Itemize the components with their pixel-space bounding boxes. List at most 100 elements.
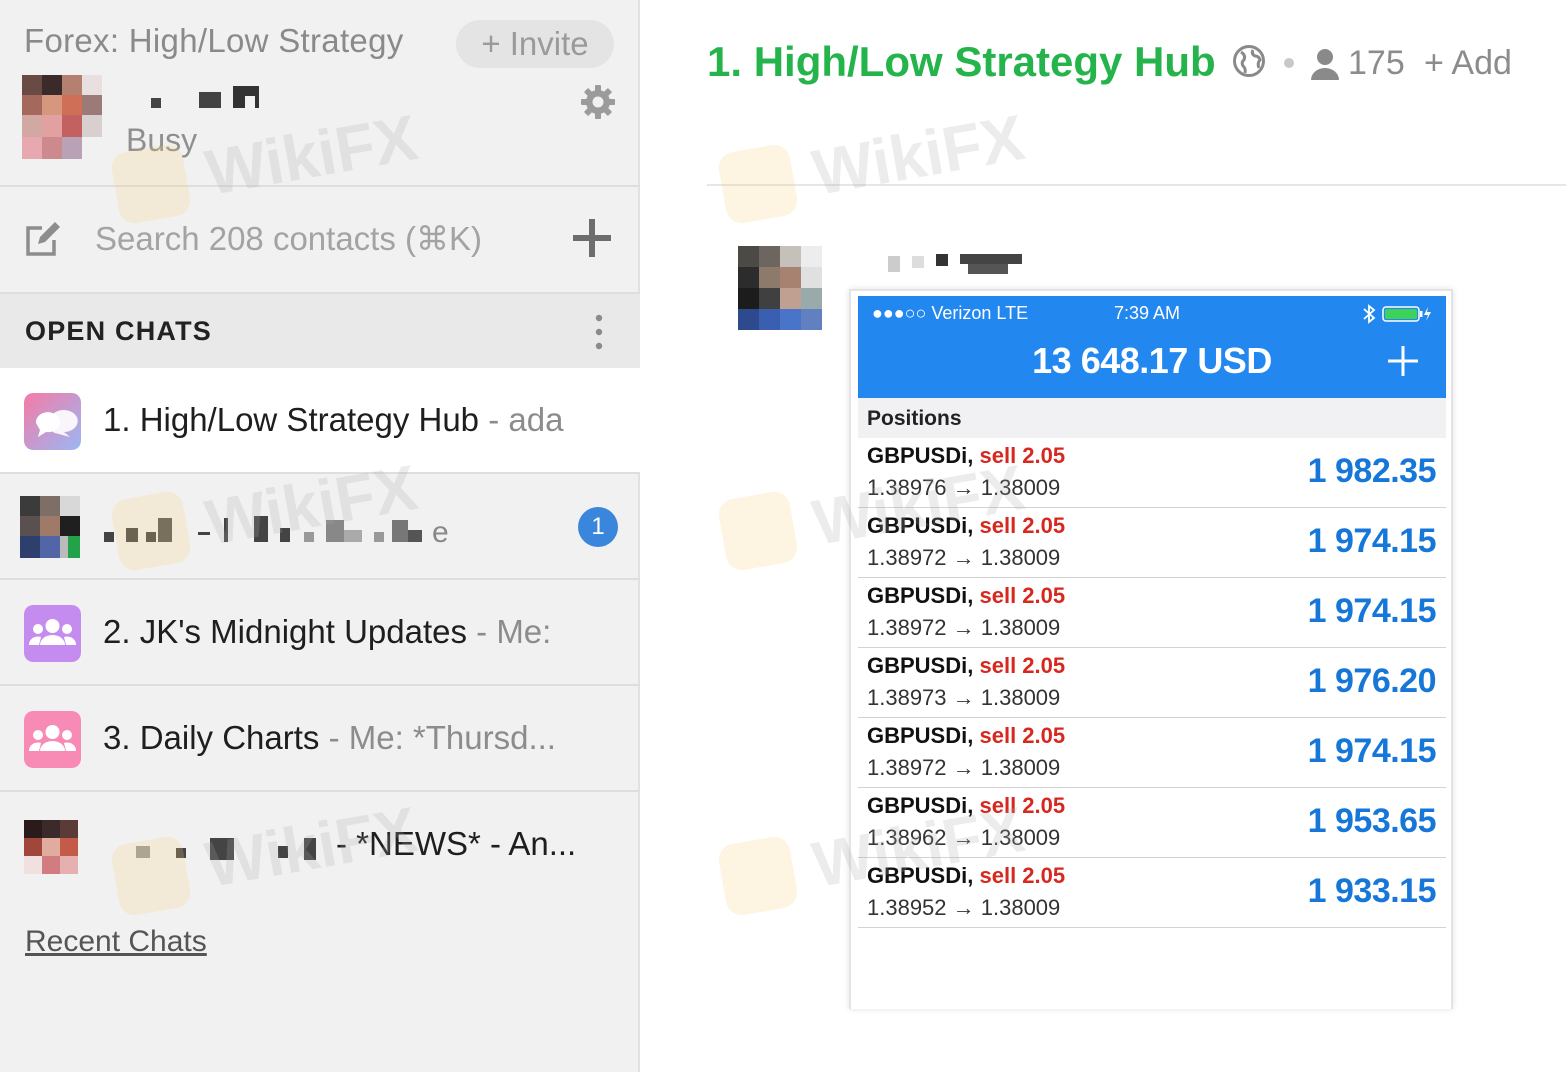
trade-side: sell 2.05 [979,723,1066,748]
add-contact-icon[interactable] [570,216,614,260]
positions-label: Positions [867,407,962,430]
separator-dot [1284,58,1294,68]
trade-side: sell 2.05 [979,583,1066,608]
price-range: 1.38962 → 1.38009 [867,825,1061,850]
chat-item-jks-midnight-updates[interactable]: 2. JK's Midnight Updates - Me: [0,580,640,686]
position-symbol: GBPUSDi, sell 2.05 [867,583,1065,609]
chat-name: 2. JK's Midnight Updates [103,613,467,650]
watermark-logo [716,489,800,573]
chat-preview: - Me: *Thursd... [328,719,556,756]
symbol-label: GBPUSDi, [867,583,974,608]
bluetooth-icon [1363,304,1376,324]
price-range: 1.38976 → 1.38009 [867,475,1061,500]
position-row: GBPUSDi, sell 2.05 1.38972 → 1.38009 1 974… [858,508,1446,578]
sidebar: Forex: High/Low Strategy + Invite Busy S… [0,0,640,1072]
chat-name: 1. High/Low Strategy Hub [103,401,480,438]
carrier-label: ●●●○○ Verizon LTE [872,303,1029,323]
chat-item-label: 3. Daily Charts - Me: *Thursd... [103,719,556,757]
symbol-label: GBPUSDi, [867,443,974,468]
member-count[interactable]: 175 [1348,44,1405,83]
divider [0,185,640,187]
phone-header: ●●●○○ Verizon LTE 7:39 AM 13 648.17 USD [858,296,1446,398]
open-chats-header: OPEN CHATS [0,292,640,368]
position-profit: 1 976.20 [1307,662,1437,700]
position-row: GBPUSDi, sell 2.05 1.38976 → 1.38009 1 982… [858,438,1446,508]
plus-icon [1388,346,1418,376]
trade-side: sell 2.05 [979,863,1066,888]
position-row: GBPUSDi, sell 2.05 1.38973 → 1.38009 1 976… [858,648,1446,718]
clock-label: 7:39 AM [1114,303,1181,323]
chat-name-redacted [136,838,316,860]
symbol-label: GBPUSDi, [867,863,974,888]
globe-icon[interactable] [1232,44,1266,78]
chat-item-daily-charts[interactable]: 3. Daily Charts - Me: *Thursd... [0,686,640,792]
trade-side: sell 2.05 [979,793,1066,818]
user-name-redacted [151,86,259,108]
chat-name-redacted: e [104,516,449,546]
watermark: WikiFX [807,101,1030,209]
gear-icon[interactable] [578,82,618,122]
position-row: GBPUSDi, sell 2.05 1.38972 → 1.38009 1 974… [858,718,1446,788]
divider [707,184,1566,186]
trade-side: sell 2.05 [979,513,1066,538]
position-profit: 1 974.15 [1307,592,1437,630]
chat-name: 3. Daily Charts [103,719,320,756]
attached-screenshot[interactable]: ●●●○○ Verizon LTE 7:39 AM 13 648.17 USD … [849,289,1453,1009]
position-symbol: GBPUSDi, sell 2.05 [867,513,1065,539]
symbol-label: GBPUSDi, [867,723,974,748]
group-icon [24,711,81,768]
invite-button[interactable]: + Invite [456,20,614,68]
account-balance: 13 648.17 USD [1032,340,1272,381]
position-row: GBPUSDi, sell 2.05 1.38952 → 1.38009 1 933… [858,858,1446,928]
price-range: 1.38972 → 1.38009 [867,615,1061,640]
position-profit: 1 982.35 [1307,452,1437,490]
symbol-label: GBPUSDi, [867,653,974,678]
position-symbol: GBPUSDi, sell 2.05 [867,723,1065,749]
watermark-logo [716,834,800,918]
price-range: 1.38972 → 1.38009 [867,545,1061,570]
compose-icon[interactable] [24,220,62,258]
chat-item-label: 1. High/Low Strategy Hub - ada [103,401,563,439]
search-contacts-input[interactable] [95,216,555,262]
more-options-icon[interactable] [592,312,606,352]
chat-preview: - Me: [476,613,552,650]
recent-chats-link[interactable]: Recent Chats [25,925,207,959]
chat-preview: - ada [488,401,564,438]
open-chats-label: OPEN CHATS [25,316,213,346]
member-icon [1311,49,1339,80]
chat-bubbles-icon [24,393,81,450]
battery-icon [1382,306,1431,322]
group-icon [24,605,81,662]
sender-name-redacted [888,254,1022,274]
position-symbol: GBPUSDi, sell 2.05 [867,653,1065,679]
avatar [24,820,78,874]
price-range: 1.38973 → 1.38009 [867,685,1061,710]
position-profit: 1 974.15 [1307,522,1437,560]
avatar [20,496,80,558]
channel-title[interactable]: 1. High/Low Strategy Hub [707,38,1216,86]
user-avatar[interactable] [22,75,102,159]
positions-header: Positions [858,398,1446,438]
chat-item-news[interactable]: - *NEWS* - An... [0,792,640,898]
user-status[interactable]: Busy [126,122,197,159]
symbol-label: GBPUSDi, [867,513,974,538]
chat-preview: - *NEWS* - An... [336,825,577,862]
position-profit: 1 953.65 [1307,802,1437,840]
chat-item-direct-message[interactable]: e 1 [0,474,640,580]
position-row: GBPUSDi, sell 2.05 1.38972 → 1.38009 1 974… [858,578,1446,648]
position-symbol: GBPUSDi, sell 2.05 [867,863,1065,889]
team-name[interactable]: Forex: High/Low Strategy [24,22,404,60]
trade-side: sell 2.05 [979,653,1066,678]
chat-item-high-low-strategy-hub[interactable]: 1. High/Low Strategy Hub - ada [0,368,640,474]
price-range: 1.38972 → 1.38009 [867,755,1061,780]
position-symbol: GBPUSDi, sell 2.05 [867,443,1065,469]
trade-side: sell 2.05 [979,443,1066,468]
svg-text:e: e [432,516,449,546]
chat-item-label: 2. JK's Midnight Updates - Me: [103,613,551,651]
add-member-button[interactable]: + Add [1424,44,1512,83]
unread-badge: 1 [578,507,618,547]
sender-avatar[interactable] [738,246,822,330]
symbol-label: GBPUSDi, [867,793,974,818]
price-range: 1.38952 → 1.38009 [867,895,1061,920]
position-profit: 1 974.15 [1307,732,1437,770]
